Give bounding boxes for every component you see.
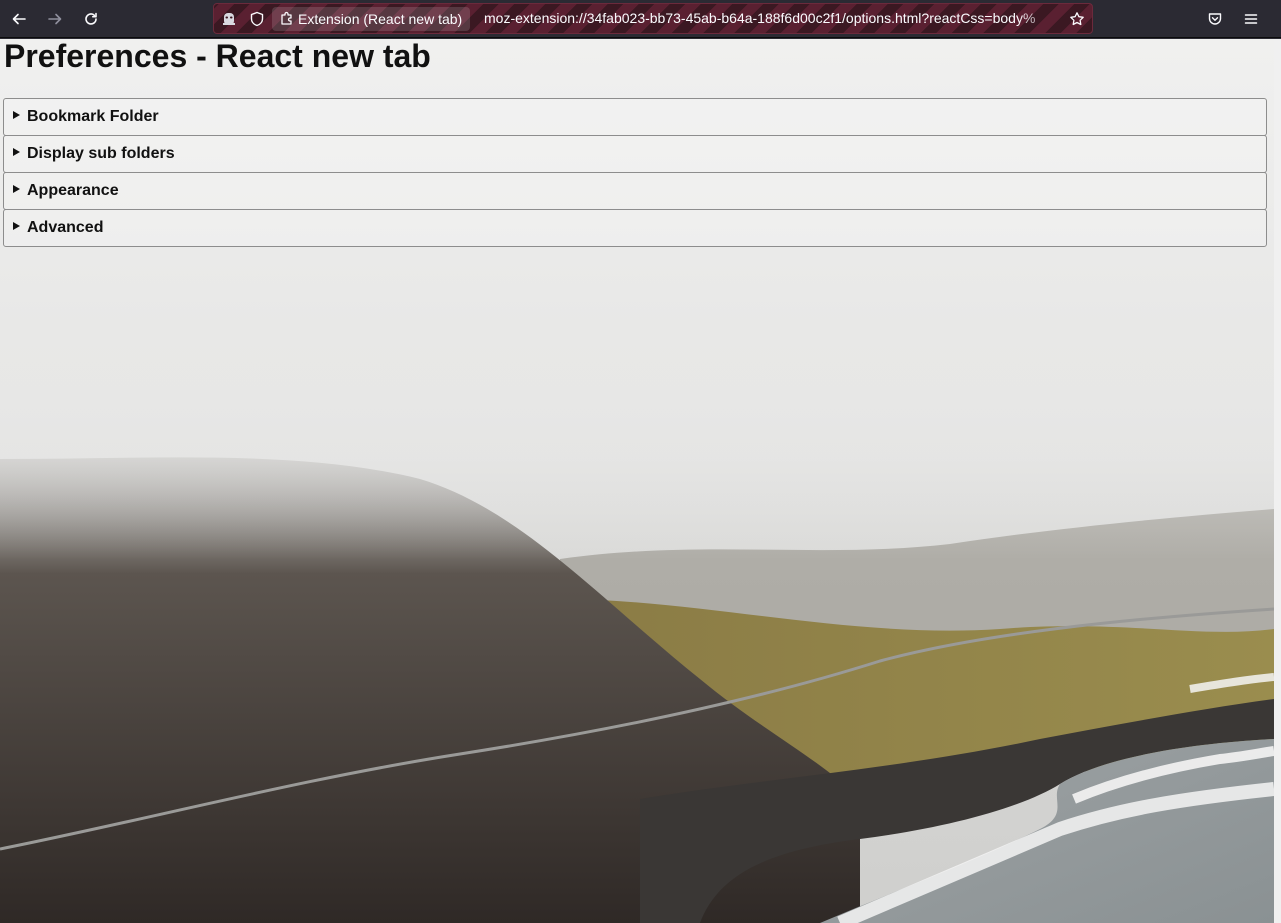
reload-icon [85, 12, 97, 25]
section-label: Display sub folders [27, 145, 175, 162]
extension-puzzle-icon [281, 11, 292, 25]
private-mask-icon [220, 10, 238, 28]
url-bar[interactable]: Extension (React new tab) moz-extension:… [213, 3, 1093, 34]
section-label: Advanced [27, 219, 104, 236]
page-title: Preferences - React new tab [4, 39, 431, 74]
options-page: Preferences - React new tab Bookmark Fol… [0, 39, 1274, 923]
pocket-icon [1208, 13, 1222, 25]
menu-icon [1244, 14, 1258, 24]
bookmark-star-icon[interactable] [1068, 10, 1086, 28]
section-appearance[interactable]: Appearance [3, 172, 1267, 210]
menu-button[interactable] [1237, 5, 1265, 33]
forward-button[interactable] [41, 5, 69, 33]
section-label: Appearance [27, 182, 119, 199]
disclosure-triangle-icon [13, 222, 20, 230]
back-button[interactable] [5, 5, 33, 33]
scrollbar-gutter[interactable] [1274, 39, 1281, 923]
disclosure-triangle-icon [13, 185, 20, 193]
tracking-shield-icon[interactable] [248, 10, 266, 28]
section-bookmark-folder[interactable]: Bookmark Folder [3, 98, 1267, 136]
browser-toolbar: Extension (React new tab) moz-extension:… [0, 0, 1281, 38]
pocket-button[interactable] [1201, 5, 1229, 33]
section-label: Bookmark Folder [27, 108, 159, 125]
extension-identity-pill[interactable]: Extension (React new tab) [272, 7, 471, 31]
section-display-sub-folders[interactable]: Display sub folders [3, 135, 1267, 173]
forward-icon [48, 13, 62, 25]
url-text[interactable]: moz-extension://34fab023-bb73-45ab-b64a-… [484, 4, 1064, 33]
reload-button[interactable] [77, 5, 105, 33]
section-advanced[interactable]: Advanced [3, 209, 1267, 247]
back-icon [12, 13, 26, 25]
preferences-sections: Bookmark Folder Display sub folders Appe… [3, 98, 1267, 247]
extension-identity-label: Extension (React new tab) [298, 11, 463, 27]
disclosure-triangle-icon [13, 148, 20, 156]
disclosure-triangle-icon [13, 111, 20, 119]
